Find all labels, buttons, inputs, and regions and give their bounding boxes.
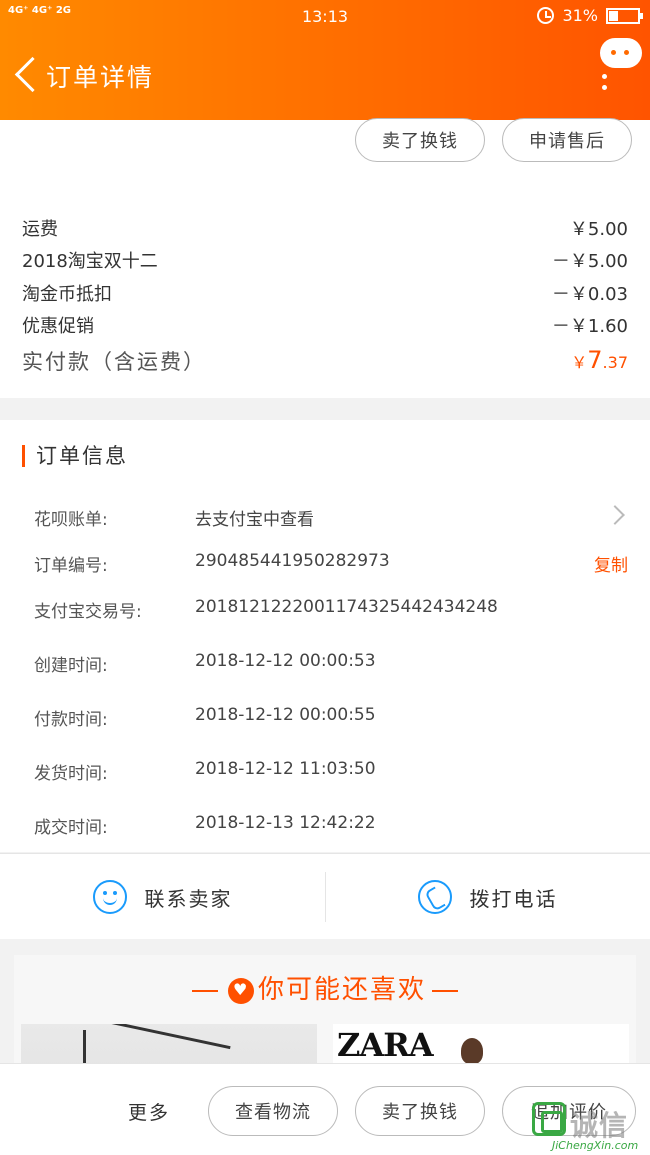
order-info-card: 订单信息 花呗账单: 去支付宝中查看 订单编号: 290485441950282… — [0, 420, 650, 852]
more-dot — [602, 85, 607, 90]
info-key: 支付宝交易号: — [34, 602, 142, 622]
more-button[interactable]: 更多 — [128, 1098, 170, 1125]
watermark: 诚信 JiChengXin.com — [532, 1102, 642, 1152]
fee-label: 运费 — [22, 219, 58, 240]
order-number-row: 订单编号: 290485441950282973 复制 — [34, 551, 628, 577]
apply-after-sale-button[interactable]: 申请售后 — [502, 118, 632, 162]
section-title: 订单信息 — [22, 445, 128, 467]
recommend-title: 你可能还喜欢 — [14, 969, 636, 1006]
info-key: 付款时间: — [34, 710, 108, 730]
more-dot — [602, 74, 607, 79]
recommend-title-text: 你可能还喜欢 — [257, 975, 426, 1005]
fee-summary-card: 卖了换钱 申请售后 运费 ￥5.00 2018淘宝双十二 －￥5.00 淘金币抵… — [0, 118, 650, 398]
back-arrow-icon[interactable] — [12, 56, 40, 96]
total-paid-value: ￥7.37 — [571, 346, 628, 374]
total-paid-label: 实付款（含运费） — [22, 350, 206, 374]
info-value: 2018-12-12 11:03:50 — [195, 759, 376, 779]
fee-row: 2018淘宝双十二 －￥5.00 — [22, 247, 628, 275]
fee-label: 2018淘宝双十二 — [22, 251, 158, 272]
fee-label: 优惠促销 — [22, 316, 94, 337]
copy-button[interactable]: 复制 — [594, 551, 628, 576]
fee-row: 运费 ￥5.00 — [22, 215, 628, 243]
fee-row: 淘金币抵扣 －￥0.03 — [22, 280, 628, 308]
huabei-bill-row[interactable]: 花呗账单: 去支付宝中查看 — [34, 505, 628, 531]
contact-seller-button[interactable]: 联系卖家 — [0, 854, 325, 940]
info-key: 订单编号: — [34, 556, 108, 576]
fee-label: 淘金币抵扣 — [22, 284, 112, 305]
fee-value: －￥1.60 — [551, 316, 628, 337]
watermark-logo-icon — [532, 1102, 566, 1136]
contact-seller-label: 联系卖家 — [144, 886, 233, 911]
watermark-text: 诚信 — [570, 1109, 629, 1142]
phone-icon — [417, 880, 452, 914]
paid-time-row: 付款时间: 2018-12-12 00:00:55 — [34, 705, 628, 731]
alipay-trade-row: 支付宝交易号: 2018121222001174325442434248 — [34, 597, 628, 623]
fee-value: －￥0.03 — [551, 284, 628, 305]
battery-icon — [606, 7, 643, 24]
brand-logo: ZARA — [337, 1026, 434, 1064]
total-integer: 7 — [587, 346, 603, 374]
watermark-url: JiChengXin.com — [552, 1139, 639, 1152]
battery-percent: 31% — [562, 6, 598, 25]
currency-symbol: ￥ — [571, 353, 588, 372]
decor-line — [191, 989, 218, 992]
info-value: 去支付宝中查看 — [195, 510, 314, 530]
heart-icon — [227, 977, 254, 1004]
view-logistics-button[interactable]: 查看物流 — [208, 1086, 338, 1136]
info-value: 2018121222001174325442434248 — [195, 597, 498, 617]
more-menu-icon[interactable] — [598, 38, 642, 92]
sell-for-cash-button[interactable]: 卖了换钱 — [355, 1086, 485, 1136]
info-value: 2018-12-12 00:00:55 — [195, 705, 376, 725]
sell-for-cash-button[interactable]: 卖了换钱 — [355, 118, 485, 162]
alarm-icon — [537, 7, 555, 24]
shipped-time-row: 发货时间: 2018-12-12 11:03:50 — [34, 759, 628, 785]
completed-time-row: 成交时间: 2018-12-13 12:42:22 — [34, 813, 628, 839]
info-value: 2018-12-13 12:42:22 — [195, 813, 376, 833]
order-detail-screen: 4G⁺ 4G⁺ 2G 13:13 31% 订单详情 卖了换钱 申请售后 运费 ￥… — [0, 0, 650, 1155]
decor-line — [432, 989, 458, 992]
fee-value: ￥5.00 — [569, 219, 628, 240]
message-bubble-icon — [600, 38, 642, 68]
info-value: 290485441950282973 — [195, 551, 390, 571]
app-header: 4G⁺ 4G⁺ 2G 13:13 31% 订单详情 — [0, 0, 650, 120]
total-decimal: .37 — [602, 353, 628, 372]
call-phone-label: 拨打电话 — [469, 886, 558, 911]
status-bar: 4G⁺ 4G⁺ 2G 13:13 31% — [0, 0, 650, 34]
info-key: 发货时间: — [34, 764, 108, 784]
info-key: 花呗账单: — [34, 510, 108, 530]
status-right: 31% — [537, 6, 643, 25]
fee-row: 优惠促销 －￥1.60 — [22, 312, 628, 340]
created-time-row: 创建时间: 2018-12-12 00:00:53 — [34, 651, 628, 677]
info-value: 2018-12-12 00:00:53 — [195, 651, 376, 671]
chevron-right-icon — [605, 505, 625, 525]
chat-smile-icon — [92, 880, 127, 914]
info-key: 创建时间: — [34, 656, 108, 676]
fee-value: －￥5.00 — [551, 251, 628, 272]
info-key: 成交时间: — [34, 818, 108, 838]
contact-bar: 联系卖家 拨打电话 — [0, 853, 650, 939]
page-title: 订单详情 — [46, 63, 155, 92]
call-phone-button[interactable]: 拨打电话 — [325, 854, 650, 940]
product-image — [461, 1038, 483, 1064]
